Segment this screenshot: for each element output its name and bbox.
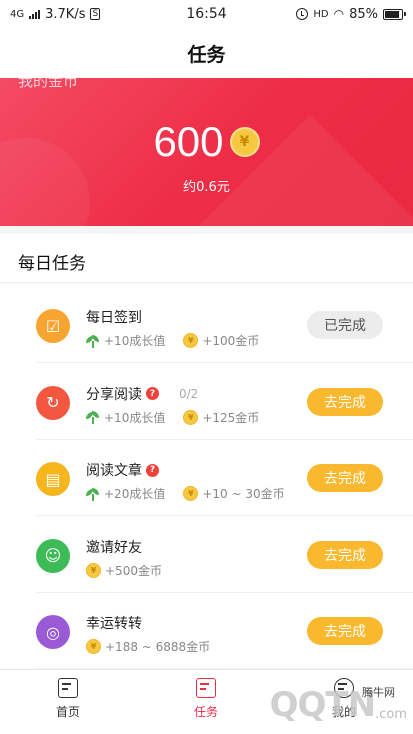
task-row: ↻ 分享阅读? 0/2 +10成长值 ¥ +125金币 去完成 xyxy=(0,364,413,440)
growth-reward: +20成长值 xyxy=(86,485,165,502)
go-complete-button[interactable]: 去完成 xyxy=(307,617,383,645)
article-icon: ▤ xyxy=(36,462,70,496)
daily-tasks-title: 每日任务 xyxy=(18,254,86,274)
friends-icon: ☺ xyxy=(36,538,70,573)
coin-value: +100金币 xyxy=(202,334,260,348)
help-icon[interactable]: ? xyxy=(146,463,159,477)
task-rewards: +20成长值 ¥ +10 ~ 30金币 xyxy=(86,485,303,502)
task-rewards: +10成长值 ¥ +100金币 xyxy=(86,332,277,349)
my-coins-label: 我的金币 xyxy=(18,78,79,90)
task-progress: 0/2 xyxy=(179,386,199,401)
battery-icon xyxy=(383,8,406,20)
network-speed: 3.7K/s xyxy=(45,6,86,22)
task-row: ☺ 邀请好友 ¥ +500金币 去完成 xyxy=(0,517,413,593)
coin-reward: ¥ +188 ~ 6888金币 xyxy=(86,638,210,655)
task-name: 分享阅读 xyxy=(86,386,142,403)
section-gap xyxy=(0,226,413,234)
task-rewards: ¥ +188 ~ 6888金币 xyxy=(86,638,228,655)
coin-value-approx: 约0.6元 xyxy=(183,180,230,195)
notification-icon: S xyxy=(90,8,101,20)
status-bar: 4G 3.7K/s S 16:54 HD ◠ 85% xyxy=(0,0,413,28)
task-rewards: +10成长值 ¥ +125金币 xyxy=(86,409,277,426)
task-row: ◎ 幸运转转 ¥ +188 ~ 6888金币 去完成 xyxy=(0,593,413,669)
calendar-check-icon: ☑ xyxy=(36,309,70,343)
coin-reward: ¥ +10 ~ 30金币 xyxy=(183,485,285,502)
hd-indicator: HD xyxy=(313,8,329,20)
gold-coin-icon: ¥ xyxy=(229,127,260,157)
go-complete-button[interactable]: 去完成 xyxy=(307,540,383,569)
coin-amount-row: 600 ¥ xyxy=(0,118,413,166)
task-name: 幸运转转 xyxy=(86,616,142,632)
coin-icon: ¥ xyxy=(183,486,199,501)
task-row: ☑ 每日签到 +10成长值 ¥ +100金币 已完成 xyxy=(0,287,413,363)
coin-value: +125金币 xyxy=(202,410,260,425)
sprout-icon xyxy=(86,334,100,348)
coin-value: +500金币 xyxy=(105,563,162,578)
task-clipboard-icon xyxy=(196,678,216,698)
tab-tasks-label: 任务 xyxy=(193,705,218,719)
growth-reward: +10成长值 xyxy=(86,332,165,349)
help-icon[interactable]: ? xyxy=(146,387,159,400)
status-left: 4G 3.7K/s S xyxy=(10,6,101,22)
watermark-text: QQTN xyxy=(269,685,376,725)
task-name: 阅读文章 xyxy=(86,463,142,479)
go-complete-button[interactable]: 去完成 xyxy=(307,464,383,492)
coin-icon: ¥ xyxy=(183,333,199,348)
wifi-icon: ◠ xyxy=(333,7,345,21)
signal-icon xyxy=(29,9,41,19)
share-arrow-icon: ↻ xyxy=(36,385,70,420)
task-name-row: 幸运转转 xyxy=(86,613,142,633)
growth-value: +10成长值 xyxy=(104,334,166,348)
watermark-sub: 腾牛网 xyxy=(362,686,395,699)
coin-value: +10 ~ 30金币 xyxy=(202,487,285,501)
coin-banner: 我的金币 600 ¥ 约0.6元 xyxy=(0,78,413,226)
watermark-domain: .com xyxy=(375,706,407,722)
coin-value: +188 ~ 6888金币 xyxy=(105,640,211,654)
battery-percent: 85% xyxy=(349,6,378,22)
page-title-bar: 任务 xyxy=(0,28,413,78)
coin-reward: ¥ +125金币 xyxy=(183,409,259,426)
watermark-logo: QQTN .com 腾牛网 xyxy=(227,680,407,730)
growth-value: +20成长值 xyxy=(104,487,166,501)
growth-reward: +10成长值 xyxy=(86,409,165,426)
task-name: 每日签到 xyxy=(86,310,142,326)
coin-icon: ¥ xyxy=(183,409,199,425)
network-type: 4G xyxy=(10,8,25,20)
sprout-icon xyxy=(86,410,100,424)
growth-value: +10成长值 xyxy=(104,410,166,425)
coin-icon: ¥ xyxy=(86,562,101,578)
task-name-row: 每日签到 xyxy=(86,307,142,327)
task-rewards: ¥ +500金币 xyxy=(86,562,180,579)
coin-amount: 600 xyxy=(153,118,224,165)
status-right: HD ◠ 85% xyxy=(296,6,406,22)
tab-home-label: 首页 xyxy=(55,705,80,719)
coin-reward: ¥ +100金币 xyxy=(183,332,259,349)
home-doc-icon xyxy=(58,678,78,698)
divider xyxy=(0,282,413,283)
page-title: 任务 xyxy=(187,43,226,66)
go-complete-button[interactable]: 去完成 xyxy=(307,387,383,416)
completed-button[interactable]: 已完成 xyxy=(307,311,383,339)
task-name-row: 邀请好友 xyxy=(86,537,142,557)
lucky-wheel-icon: ◎ xyxy=(36,615,70,649)
coin-reward: ¥ +500金币 xyxy=(86,562,162,579)
task-row: ▤ 阅读文章? +20成长值 ¥ +10 ~ 30金币 去完成 xyxy=(0,440,413,516)
task-name-row: 阅读文章? xyxy=(86,460,159,480)
tab-home[interactable]: 首页 xyxy=(33,678,103,720)
task-name-row: 分享阅读? 0/2 xyxy=(86,384,198,404)
sprout-icon xyxy=(86,487,100,501)
alarm-icon xyxy=(296,8,309,20)
coin-icon: ¥ xyxy=(86,639,101,654)
task-name: 邀请好友 xyxy=(86,539,142,556)
